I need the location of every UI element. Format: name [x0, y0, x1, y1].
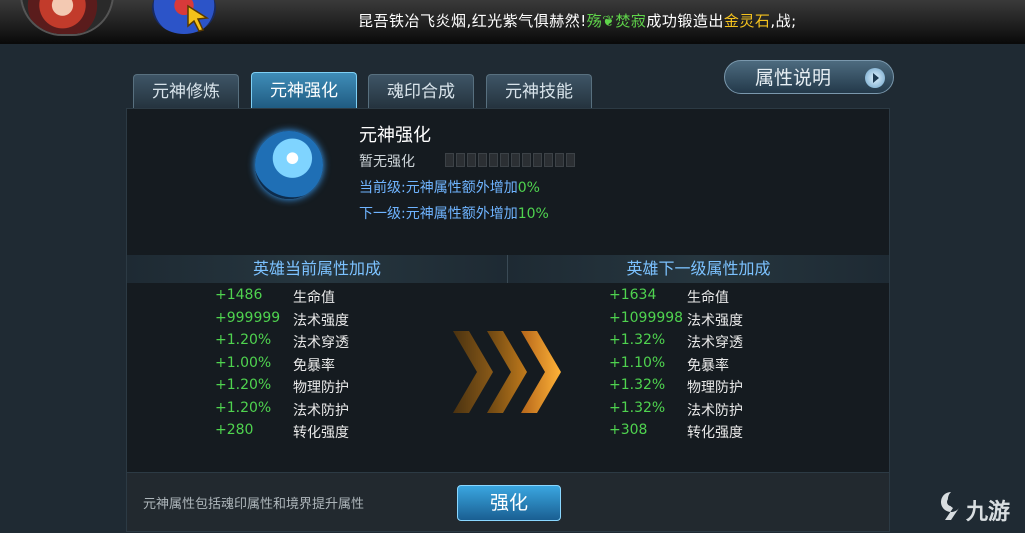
stat-row: +1.20% 法术穿透	[215, 332, 349, 351]
stat-row: +280 转化强度	[215, 422, 349, 441]
stat-row: +1.10% 免暴率	[609, 354, 729, 374]
arrow-right-icon	[865, 68, 885, 88]
bottom-bar: 元神属性包括魂印属性和境界提升属性 强化	[126, 472, 890, 532]
stat-row: +999999 法术强度	[215, 309, 349, 329]
tab-seal-synthesis[interactable]: 魂印合成	[368, 74, 474, 109]
soul-skill-icon	[255, 131, 323, 199]
ticker-player-name: 殇❦焚寂	[586, 12, 647, 30]
enhance-button[interactable]: 强化	[457, 485, 561, 521]
skill-title: 元神强化	[359, 125, 431, 146]
stat-row: +1.32% 法术防护	[609, 399, 743, 419]
cursor-icon	[187, 4, 210, 32]
top-bar: 昆吾铁冶飞炎烟,红光紫气俱赫然!殇❦焚寂成功锻造出金灵石,战;	[0, 0, 1025, 44]
current-level-bonus: 当前级:元神属性额外增加0%	[359, 177, 540, 197]
next-level-pct: 10%	[517, 206, 549, 222]
current-level-text: 当前级:元神属性额外增加	[359, 180, 518, 196]
ticker-item-name: 金灵石	[723, 12, 771, 30]
enhance-status: 暂无强化	[359, 154, 415, 170]
stat-row: +1.32% 物理防护	[609, 377, 743, 396]
next-stats-list: +1634 生命值 +1099998 法术强度 +1.32% 法术穿透 +1.10% 免…	[609, 287, 743, 445]
stat-row: +1.00% 免暴率	[215, 354, 335, 374]
stat-row: +1486 生命值	[215, 287, 335, 306]
attribute-info-label: 属性说明	[755, 67, 832, 89]
tab-soul-training[interactable]: 元神修炼	[133, 74, 239, 109]
ticker-text: ,战;	[770, 12, 797, 30]
next-level-text: 下一级:元神属性额外增加	[359, 206, 518, 222]
attribute-note: 元神属性包括魂印属性和境界提升属性	[143, 497, 365, 512]
current-stats-list: +1486 生命值 +999999 法术强度 +1.20% 法术穿透 +1.00% 免暴…	[215, 287, 349, 445]
current-stats-header: 英雄当前属性加成	[127, 255, 507, 283]
tab-soul-skills[interactable]: 元神技能	[486, 74, 592, 109]
enhance-panel: 元神强化 暂无强化 当前级:元神属性额外增加0% 下一级:元神属性额外增加10%…	[126, 108, 890, 474]
next-stats-header: 英雄下一级属性加成	[508, 255, 889, 283]
stat-row: +308 转化强度	[609, 422, 743, 441]
ticker-text: 昆吾铁冶飞炎烟,红光紫气俱赫然!	[358, 12, 587, 30]
watermark-logo-icon	[941, 492, 959, 520]
stat-row: +1.20% 法术防护	[215, 399, 349, 419]
tab-soul-enhance[interactable]: 元神强化	[251, 72, 357, 109]
current-level-pct: 0%	[517, 180, 540, 196]
attribute-info-button[interactable]: 属性说明	[724, 60, 894, 94]
enhance-progress-bar	[445, 153, 575, 167]
stat-row: +1.20% 物理防护	[215, 377, 349, 396]
player-avatar[interactable]	[22, 0, 112, 34]
upgrade-arrows-icon	[453, 331, 561, 413]
broadcast-ticker: 昆吾铁冶飞炎烟,红光紫气俱赫然!殇❦焚寂成功锻造出金灵石,战;	[358, 10, 797, 31]
next-level-bonus: 下一级:元神属性额外增加10%	[359, 203, 549, 223]
stat-row: +1.32% 法术穿透	[609, 332, 743, 351]
stat-row: +1099998 法术强度	[609, 309, 743, 329]
stat-row: +1634 生命值	[609, 287, 729, 306]
watermark-text: 九游	[966, 500, 1011, 525]
ticker-text: 成功锻造出	[646, 12, 724, 30]
